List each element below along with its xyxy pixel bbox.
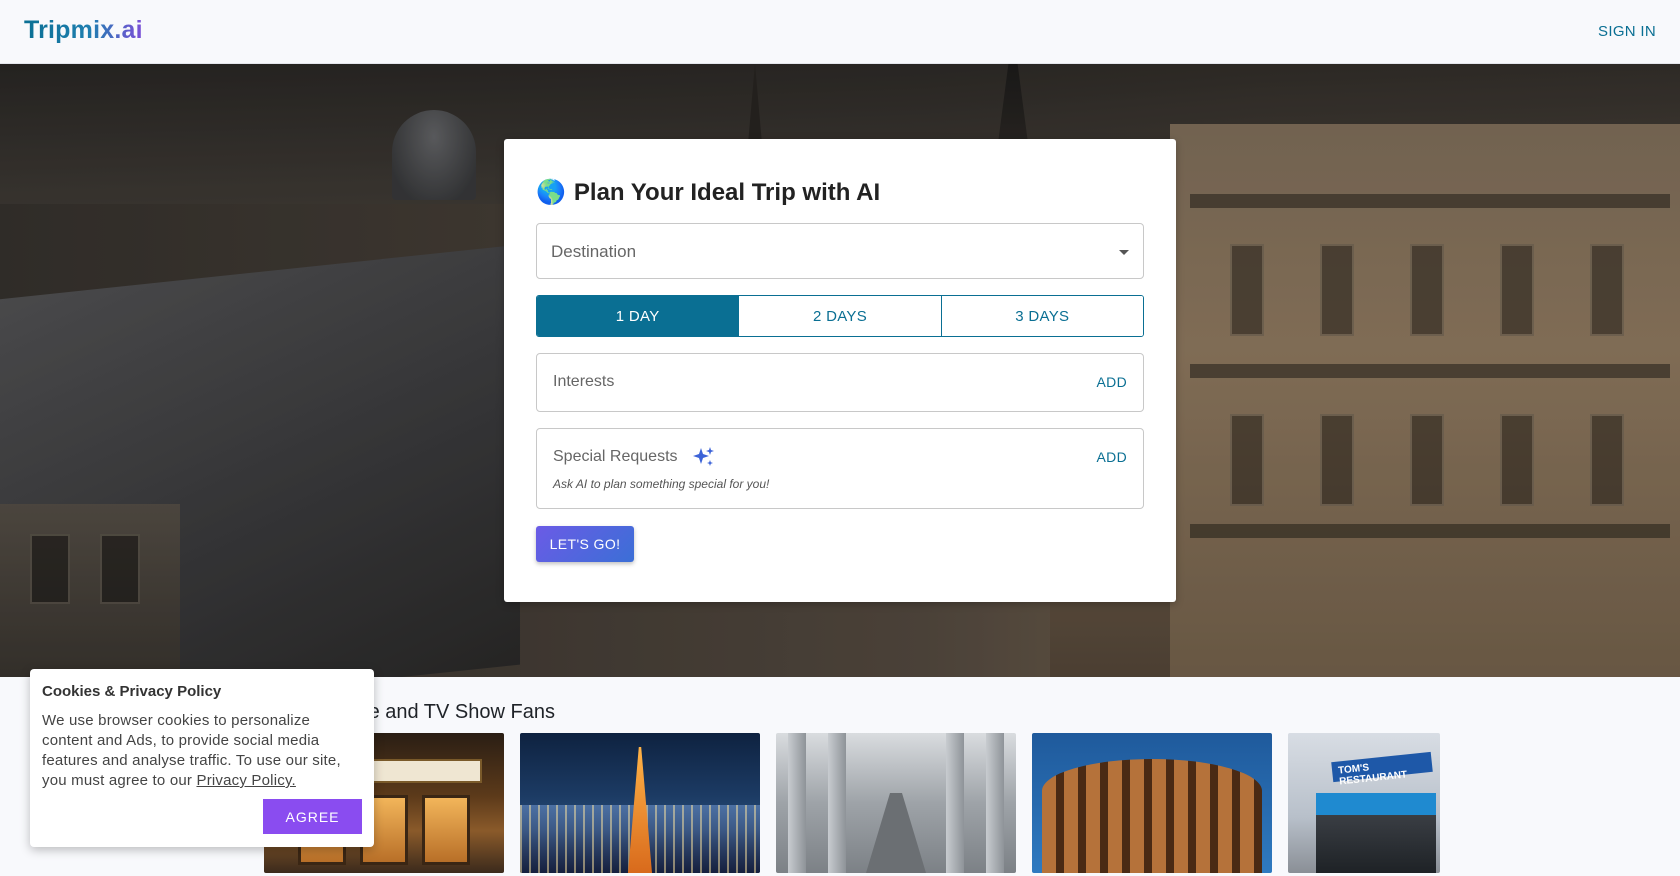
planner-title-text: Plan Your Ideal Trip with AI xyxy=(573,179,881,206)
thumbnail-walkway xyxy=(866,793,926,873)
interests-label: Interests xyxy=(553,373,615,390)
interests-field[interactable]: Interests ADD xyxy=(536,353,1144,412)
cookie-text: We use browser cookies to personalize co… xyxy=(42,711,364,791)
special-requests-label: Special Requests xyxy=(553,448,678,465)
cookie-consent-banner: Cookies & Privacy Policy We use browser … xyxy=(30,669,374,847)
special-requests-helper: Ask AI to plan something special for you… xyxy=(553,477,770,491)
sparkle-icon xyxy=(693,447,714,466)
special-requests-add-button[interactable]: ADD xyxy=(1097,449,1127,465)
privacy-policy-link[interactable]: Privacy Policy. xyxy=(196,772,295,789)
thumbnail-column xyxy=(828,733,846,873)
day-option-1[interactable]: 1 DAY xyxy=(537,296,740,336)
cookie-body: We use browser cookies to personalize co… xyxy=(42,712,341,789)
destination-placeholder: Destination xyxy=(551,242,637,261)
day-option-3[interactable]: 3 DAYS xyxy=(941,296,1143,336)
thumbnail-bir-hakeim-bridge[interactable] xyxy=(776,733,1016,873)
thumbnail-sign: TOM'S RESTAURANT xyxy=(1331,751,1433,788)
sign-in-button[interactable]: SIGN IN xyxy=(1598,23,1656,40)
duration-toggle-group: 1 DAY 2 DAYS 3 DAYS xyxy=(536,295,1144,337)
lets-go-button[interactable]: LET'S GO! xyxy=(536,526,634,562)
destination-select[interactable]: Destination xyxy=(536,223,1144,279)
planner-title: 🌎 Plan Your Ideal Trip with AI xyxy=(536,179,880,207)
cookie-title: Cookies & Privacy Policy xyxy=(42,683,222,700)
thumbnail-storefront xyxy=(1316,815,1436,873)
thumbnail-column xyxy=(986,733,1004,873)
top-bar: Tripmix.ai SIGN IN xyxy=(0,0,1680,64)
section-title: ovie and TV Show Fans xyxy=(343,701,555,723)
globe-icon: 🌎 xyxy=(536,179,566,206)
logo[interactable]: Tripmix.ai xyxy=(24,16,143,45)
thumbnail-column xyxy=(946,733,964,873)
day-option-2[interactable]: 2 DAYS xyxy=(739,296,942,336)
trip-planner-card: 🌎 Plan Your Ideal Trip with AI Destinati… xyxy=(504,139,1176,602)
thumbnail-toms-restaurant[interactable]: TOM'S RESTAURANT xyxy=(1288,733,1440,873)
agree-button[interactable]: AGREE xyxy=(263,799,362,834)
thumbnail-column xyxy=(788,733,806,873)
thumbnail-window xyxy=(422,795,470,865)
thumbnail-awning xyxy=(1316,793,1436,815)
interests-add-button[interactable]: ADD xyxy=(1097,374,1127,390)
caret-down-icon[interactable] xyxy=(1119,250,1129,255)
thumbnail-colosseum[interactable] xyxy=(1032,733,1272,873)
special-requests-field[interactable]: Special Requests ADD Ask AI to plan some… xyxy=(536,428,1144,509)
thumbnail-tokyo-tower-night[interactable] xyxy=(520,733,760,873)
thumbnail-colosseum-shape xyxy=(1042,759,1262,873)
